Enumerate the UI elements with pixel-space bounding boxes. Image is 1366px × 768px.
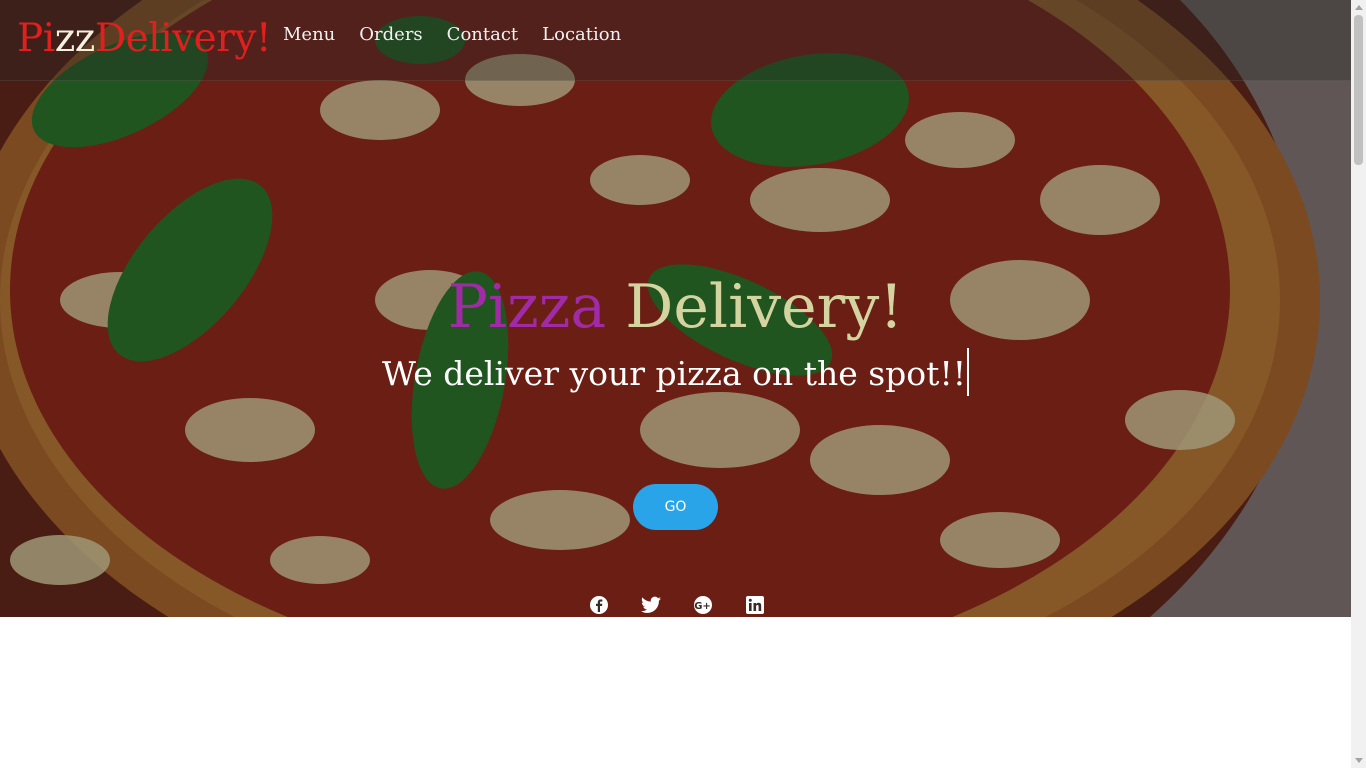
brand-logo[interactable]: PizzDelivery! bbox=[17, 14, 272, 64]
scroll-up-icon[interactable] bbox=[1355, 5, 1363, 10]
linkedin-icon[interactable] bbox=[744, 594, 766, 616]
top-navbar: PizzDelivery! Menu Orders Contact Locati… bbox=[0, 0, 1351, 81]
facebook-icon[interactable] bbox=[588, 594, 610, 616]
nav-item-location[interactable]: Location bbox=[542, 22, 621, 48]
headline-word-delivery: Delivery! bbox=[625, 272, 904, 342]
typing-caret bbox=[966, 348, 969, 396]
nav-item-contact[interactable]: Contact bbox=[447, 22, 518, 48]
brand-part-3: Delivery! bbox=[94, 16, 272, 61]
nav-item-orders[interactable]: Orders bbox=[359, 22, 422, 48]
main-nav: Menu Orders Contact Location bbox=[283, 22, 621, 48]
headline-word-pizza: Pizza bbox=[447, 272, 607, 342]
social-links: G+ bbox=[588, 594, 766, 616]
page-scrollbar[interactable] bbox=[1351, 0, 1366, 768]
google-plus-icon[interactable]: G+ bbox=[692, 594, 714, 616]
nav-item-menu[interactable]: Menu bbox=[283, 22, 335, 48]
brand-part-2: zz bbox=[54, 16, 96, 61]
scroll-down-icon[interactable] bbox=[1355, 758, 1363, 763]
tagline-text: We deliver your pizza on the spot!! bbox=[382, 354, 966, 393]
twitter-icon[interactable] bbox=[640, 594, 662, 616]
scrollbar-thumb[interactable] bbox=[1354, 15, 1363, 165]
hero-section: Pizza Delivery! We deliver your pizza on… bbox=[0, 0, 1351, 617]
hero-headline: Pizza Delivery! bbox=[0, 270, 1351, 344]
hero-tagline: We deliver your pizza on the spot!! bbox=[0, 348, 1351, 399]
svg-text:G+: G+ bbox=[694, 601, 711, 612]
go-button[interactable]: GO bbox=[633, 484, 718, 530]
brand-part-1: Pi bbox=[17, 16, 55, 61]
